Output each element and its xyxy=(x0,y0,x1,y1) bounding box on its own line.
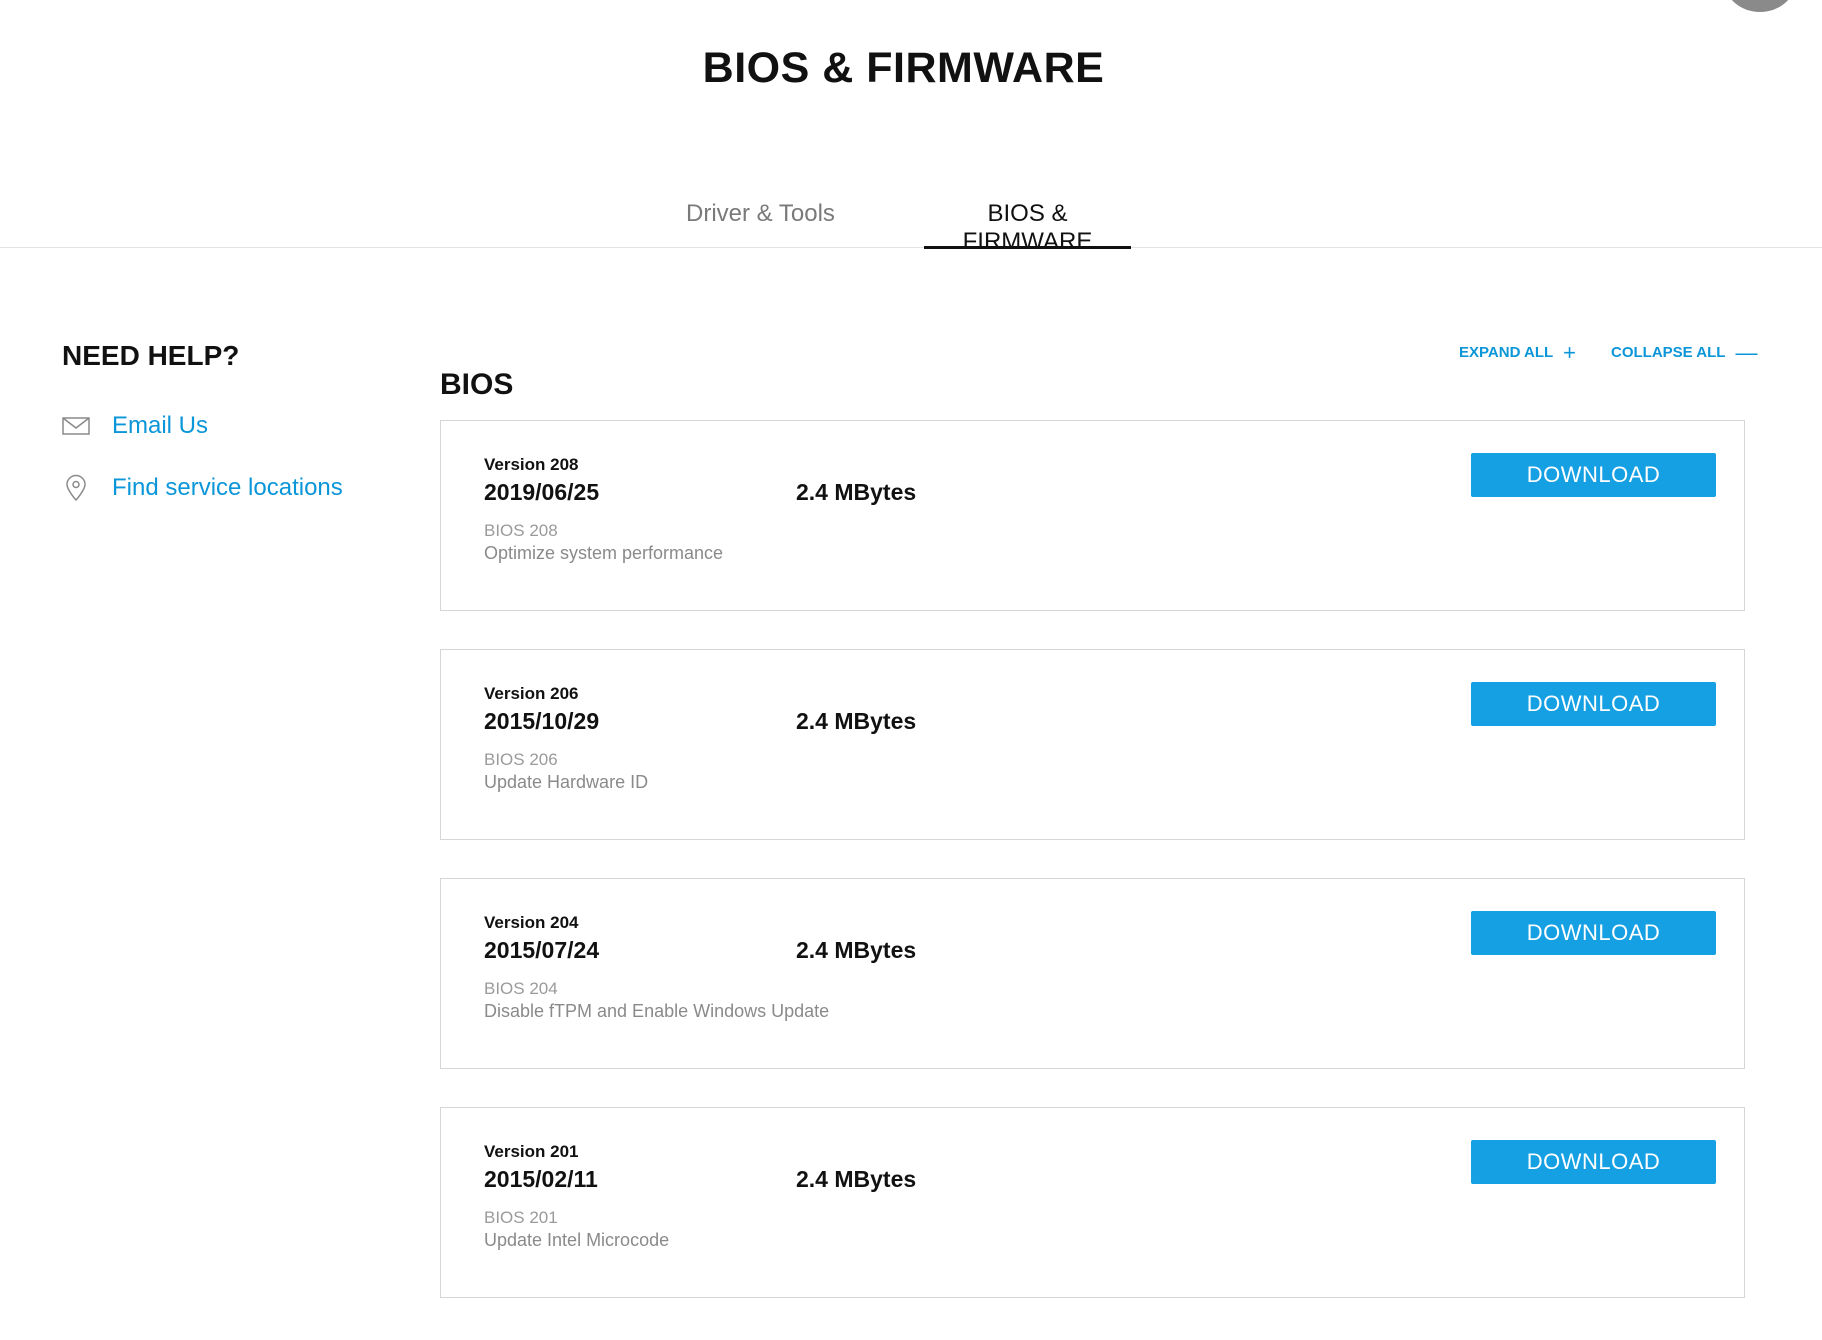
tab-bios-firmware[interactable]: BIOS & FIRMWARE xyxy=(924,200,1131,255)
bios-version: Version 204 xyxy=(484,913,579,932)
bios-version: Version 201 xyxy=(484,1142,579,1161)
bios-file-size: 2.4 MBytes xyxy=(796,708,917,734)
bios-release-date: 2015/07/24 xyxy=(484,937,600,963)
bios-file-size: 2.4 MBytes xyxy=(796,1166,917,1192)
bios-item-card: Version 208 2019/06/25 2.4 MBytes BIOS 2… xyxy=(440,420,1745,611)
email-us-label: Email Us xyxy=(112,412,209,439)
bios-name: BIOS 208 xyxy=(484,521,558,540)
page-title: BIOS & FIRMWARE xyxy=(702,44,1105,92)
bios-name: BIOS 201 xyxy=(484,1208,558,1227)
page: BIOS & FIRMWARE Driver & Tools BIOS & FI… xyxy=(0,0,1822,1340)
bios-description: Optimize system performance xyxy=(484,543,724,563)
map-pin-icon xyxy=(62,474,90,502)
bios-version: Version 206 xyxy=(484,684,579,703)
bios-description: Disable fTPM and Enable Windows Update xyxy=(484,1001,830,1021)
need-help-title: NEED HELP? xyxy=(62,340,240,371)
email-us-link[interactable]: Email Us xyxy=(62,412,208,440)
bios-item-card: Version 204 2015/07/24 2.4 MBytes BIOS 2… xyxy=(440,878,1745,1069)
bios-item-card: Version 206 2015/10/29 2.4 MBytes BIOS 2… xyxy=(440,649,1745,840)
minus-icon: — xyxy=(1735,339,1758,365)
find-service-locations-link[interactable]: Find service locations xyxy=(62,474,343,502)
bios-description: Update Intel Microcode xyxy=(484,1230,670,1250)
bios-name: BIOS 204 xyxy=(484,979,558,998)
download-button[interactable]: DOWNLOAD xyxy=(1471,682,1716,726)
section-title-bios: BIOS xyxy=(440,368,514,401)
download-button[interactable]: DOWNLOAD xyxy=(1471,911,1716,955)
expand-all-button[interactable]: EXPAND ALL + xyxy=(1459,339,1577,365)
download-button[interactable]: DOWNLOAD xyxy=(1471,453,1716,497)
bios-name: BIOS 206 xyxy=(484,750,558,769)
plus-icon: + xyxy=(1563,339,1577,365)
user-avatar[interactable] xyxy=(1724,0,1796,12)
tab-bar: Driver & Tools BIOS & FIRMWARE xyxy=(0,184,1822,255)
bios-description: Update Hardware ID xyxy=(484,772,649,792)
download-button[interactable]: DOWNLOAD xyxy=(1471,1140,1716,1184)
mail-icon xyxy=(62,412,90,440)
find-service-locations-label: Find service locations xyxy=(112,474,343,501)
bios-release-date: 2015/10/29 xyxy=(484,708,600,734)
bios-release-date: 2019/06/25 xyxy=(484,479,600,505)
bios-file-size: 2.4 MBytes xyxy=(796,479,917,505)
bios-item-card: Version 201 2015/02/11 2.4 MBytes BIOS 2… xyxy=(440,1107,1745,1298)
tab-driver-tools[interactable]: Driver & Tools xyxy=(686,200,835,248)
bios-version: Version 208 xyxy=(484,455,579,474)
collapse-all-label: COLLAPSE ALL xyxy=(1611,344,1726,361)
bios-file-size: 2.4 MBytes xyxy=(796,937,917,963)
bios-release-date: 2015/02/11 xyxy=(484,1166,598,1192)
expand-all-label: EXPAND ALL xyxy=(1459,344,1554,361)
collapse-all-button[interactable]: COLLAPSE ALL — xyxy=(1611,339,1758,365)
